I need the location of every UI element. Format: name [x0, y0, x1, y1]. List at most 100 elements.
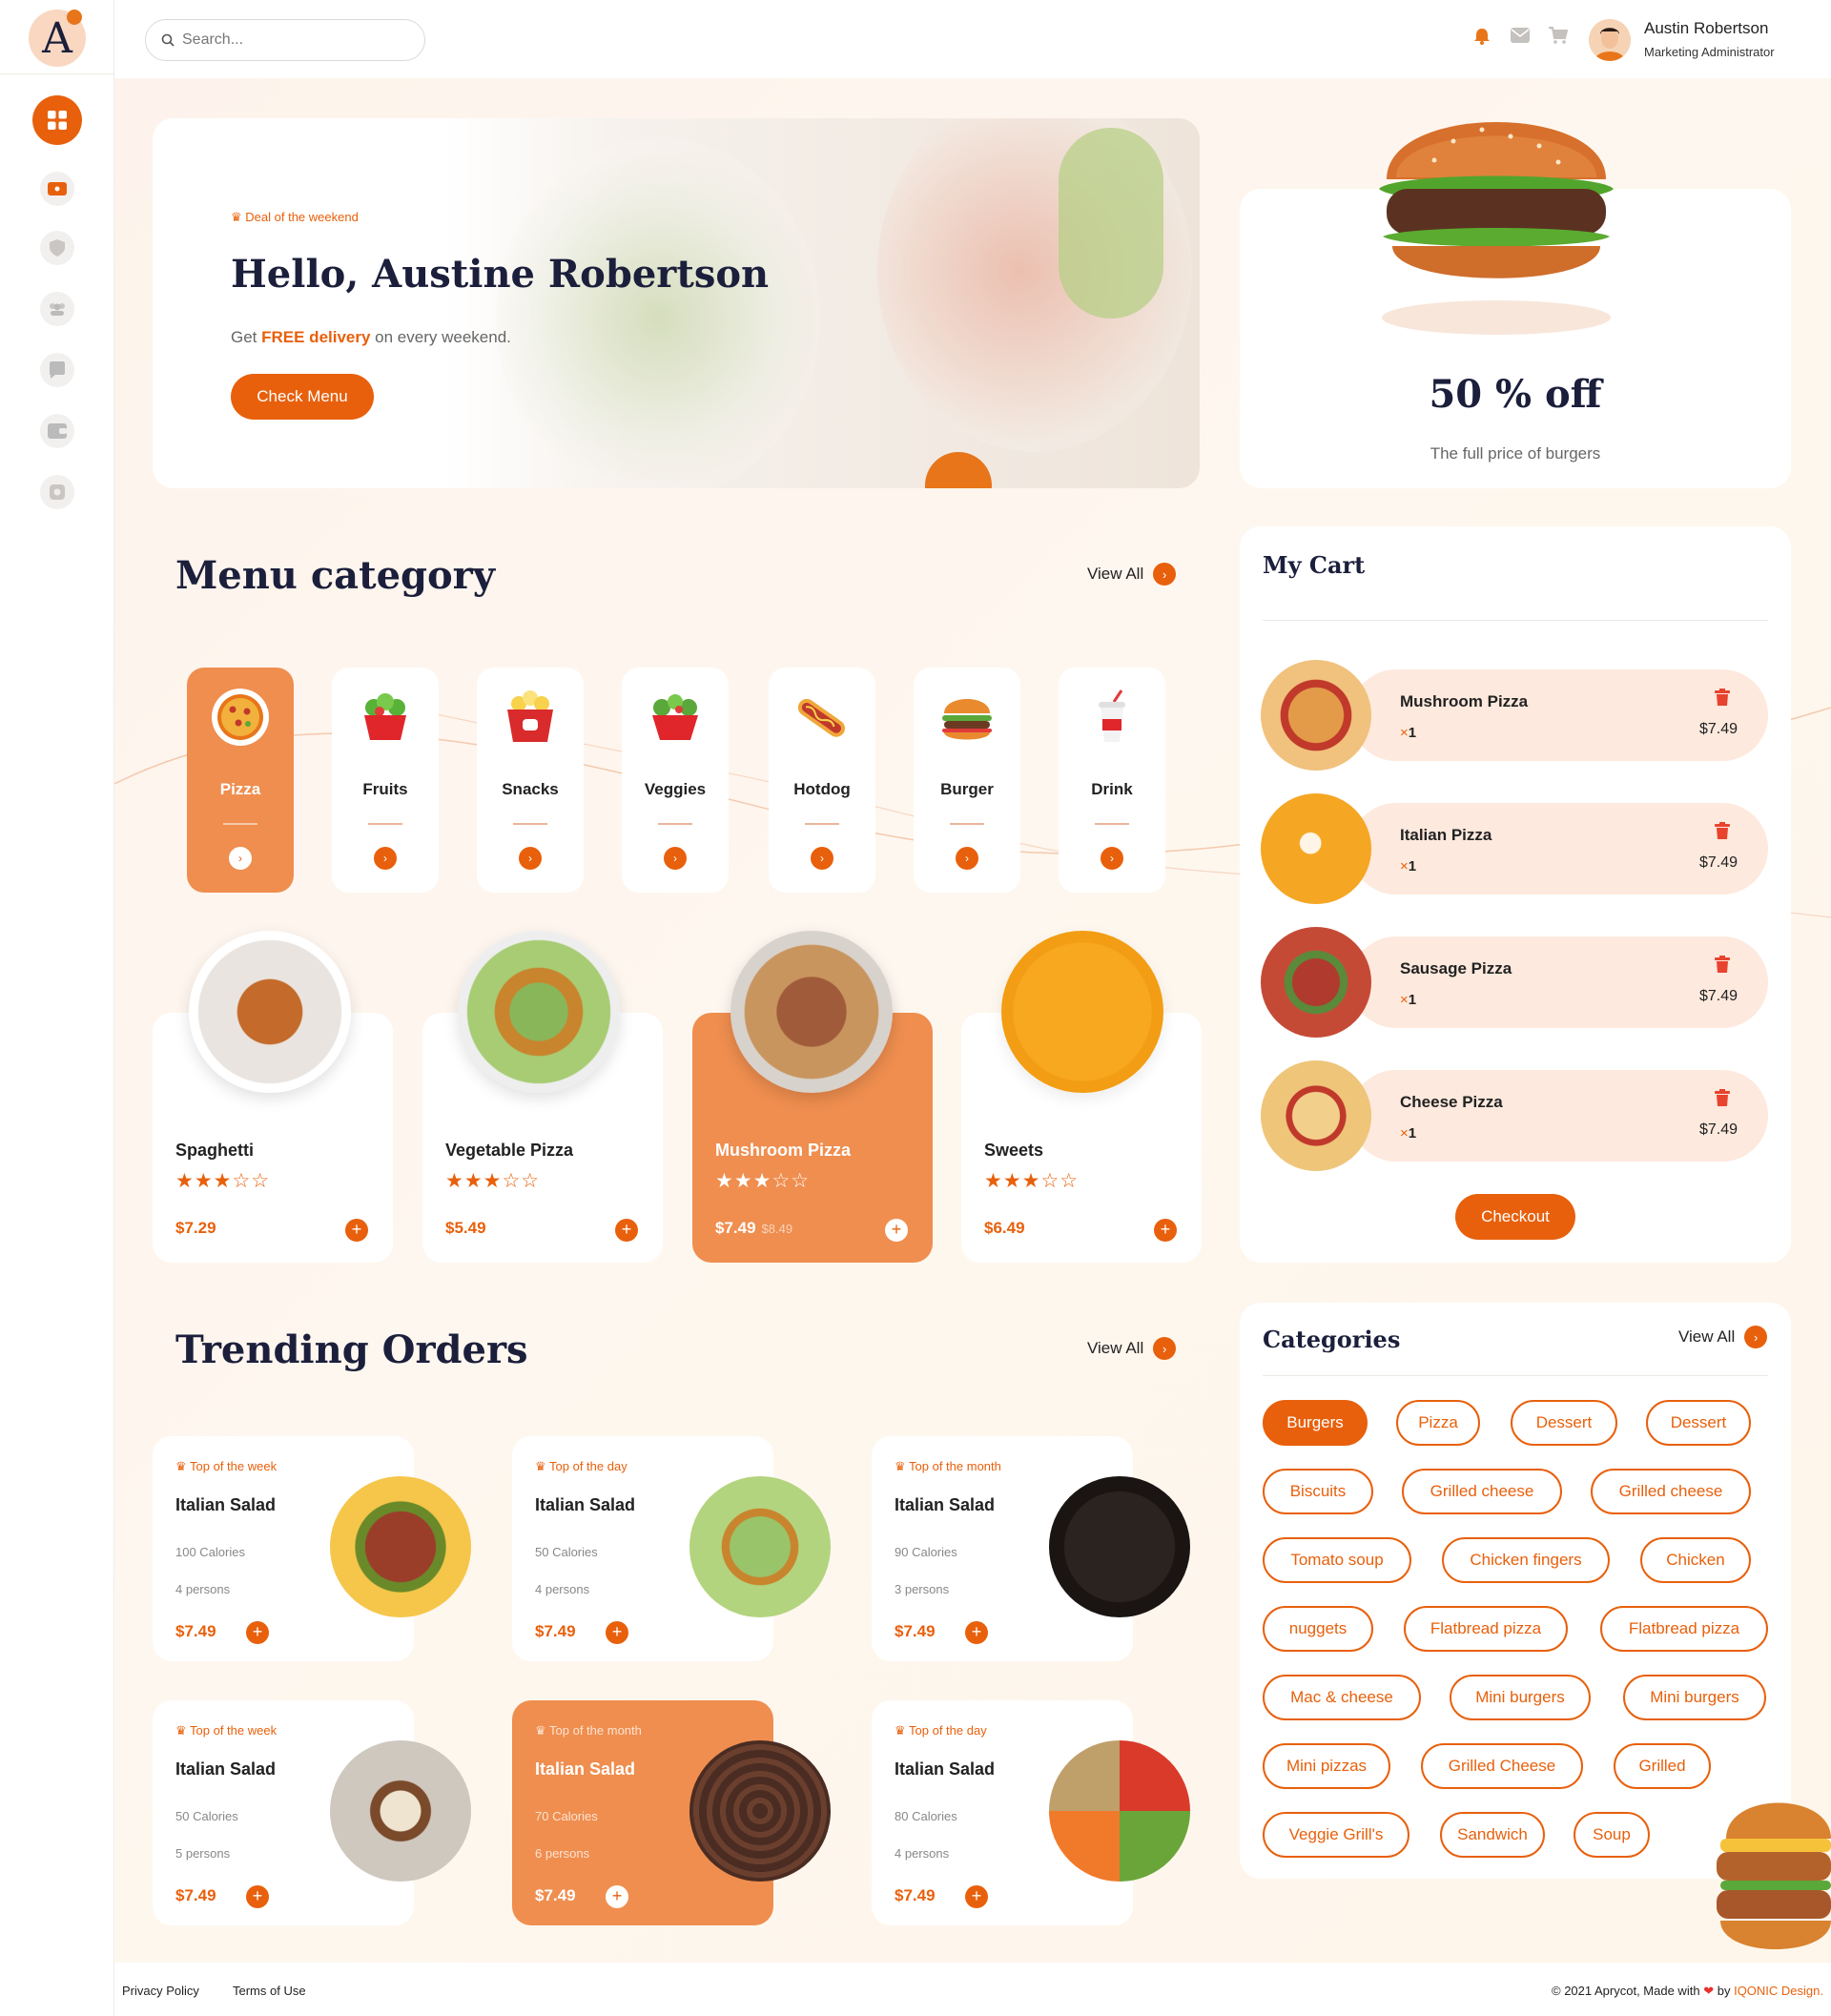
- nav-ticket-icon[interactable]: [40, 172, 74, 206]
- add-to-cart-icon[interactable]: +: [885, 1219, 908, 1242]
- footer: Privacy Policy Terms of Use © 2021 Apryc…: [114, 1963, 1831, 2016]
- arrow-right-icon[interactable]: ›: [811, 847, 833, 870]
- sausage-pizza-thumb: [1261, 927, 1371, 1038]
- trending-price: $7.49: [535, 1886, 576, 1904]
- cart-item-sausage-pizza[interactable]: Sausage Pizza ×1 $7.49: [1350, 936, 1768, 1028]
- trending-card[interactable]: ♛ Top of the week Italian Salad 100 Calo…: [153, 1436, 471, 1661]
- cart-icon[interactable]: [1549, 27, 1569, 50]
- checkout-button[interactable]: Checkout: [1455, 1194, 1575, 1240]
- tag-veggie-grills[interactable]: Veggie Grill's: [1263, 1812, 1409, 1858]
- tag-flatbread-pizza[interactable]: Flatbread pizza: [1404, 1606, 1568, 1652]
- user-avatar[interactable]: [1589, 19, 1631, 61]
- salad-bowl-icon: [647, 689, 704, 746]
- rating-stars: ★★★☆☆: [715, 1170, 811, 1192]
- trending-view-all-link[interactable]: View All ›: [1087, 1337, 1177, 1360]
- nav-users-icon[interactable]: [40, 292, 74, 326]
- category-fruits[interactable]: Fruits ›: [332, 668, 439, 893]
- tag-dessert[interactable]: Dessert: [1646, 1400, 1751, 1446]
- add-to-cart-icon[interactable]: +: [965, 1885, 988, 1908]
- arrow-right-icon[interactable]: ›: [519, 847, 542, 870]
- cart-item-qty: ×1: [1400, 725, 1417, 741]
- tag-burgers[interactable]: Burgers: [1263, 1400, 1368, 1446]
- nav-chat-icon[interactable]: [40, 353, 74, 387]
- nav-dashboard-icon[interactable]: [32, 95, 82, 145]
- veggie-bowl-image: [1049, 1740, 1190, 1882]
- arrow-right-icon[interactable]: ›: [956, 847, 978, 870]
- nav-settings-icon[interactable]: [40, 475, 74, 509]
- tag-grilled-cheese-2[interactable]: Grilled Cheese: [1421, 1743, 1583, 1789]
- check-menu-button[interactable]: Check Menu: [231, 374, 374, 420]
- arrow-right-icon[interactable]: ›: [229, 847, 252, 870]
- trending-card[interactable]: ♛ Top of the month Italian Salad 90 Calo…: [872, 1436, 1190, 1661]
- tag-dessert[interactable]: Dessert: [1511, 1400, 1617, 1446]
- tag-nuggets[interactable]: nuggets: [1263, 1606, 1373, 1652]
- tag-grilled[interactable]: Grilled: [1614, 1743, 1711, 1789]
- tag-mac-and-cheese[interactable]: Mac & cheese: [1263, 1675, 1421, 1720]
- search-box[interactable]: [145, 19, 425, 61]
- add-to-cart-icon[interactable]: +: [246, 1885, 269, 1908]
- add-to-cart-icon[interactable]: +: [1154, 1219, 1177, 1242]
- tag-flatbread-pizza[interactable]: Flatbread pizza: [1600, 1606, 1768, 1652]
- search-input[interactable]: [182, 31, 401, 49]
- privacy-policy-link[interactable]: Privacy Policy: [122, 1984, 199, 1998]
- app-logo[interactable]: A: [29, 10, 86, 67]
- tag-grilled-cheese[interactable]: Grilled cheese: [1591, 1469, 1751, 1514]
- trash-icon[interactable]: [1715, 822, 1730, 844]
- arrow-right-icon[interactable]: ›: [664, 847, 687, 870]
- trash-icon[interactable]: [1715, 689, 1730, 710]
- category-hotdog[interactable]: Hotdog ›: [769, 668, 875, 893]
- trash-icon[interactable]: [1715, 1089, 1730, 1111]
- category-label: Fruits: [362, 780, 408, 798]
- promo-subtitle: The full price of burgers: [1430, 444, 1601, 463]
- terms-of-use-link[interactable]: Terms of Use: [233, 1984, 306, 1998]
- menu-view-all-link[interactable]: View All ›: [1087, 563, 1177, 586]
- crown-icon: ♛: [535, 1459, 550, 1473]
- category-veggies[interactable]: Veggies ›: [622, 668, 729, 893]
- trending-card[interactable]: ♛ Top of the day Italian Salad 80 Calori…: [872, 1700, 1190, 1925]
- add-to-cart-icon[interactable]: +: [606, 1621, 628, 1644]
- trending-card-active[interactable]: ♛ Top of the month Italian Salad 70 Calo…: [512, 1700, 831, 1925]
- add-to-cart-icon[interactable]: +: [965, 1621, 988, 1644]
- tag-pizza[interactable]: Pizza: [1396, 1400, 1480, 1446]
- add-to-cart-icon[interactable]: +: [345, 1219, 368, 1242]
- nav-wallet-icon[interactable]: [40, 414, 74, 448]
- food-price: $7.29: [175, 1219, 216, 1237]
- arrow-right-icon[interactable]: ›: [374, 847, 397, 870]
- tag-mini-burgers[interactable]: Mini burgers: [1450, 1675, 1591, 1720]
- add-to-cart-icon[interactable]: +: [615, 1219, 638, 1242]
- cart-item-italian-pizza[interactable]: Italian Pizza ×1 $7.49: [1350, 803, 1768, 895]
- tag-tomato-soup[interactable]: Tomato soup: [1263, 1537, 1411, 1583]
- trending-card[interactable]: ♛ Top of the week Italian Salad 50 Calor…: [153, 1700, 471, 1925]
- trending-price: $7.49: [895, 1886, 936, 1904]
- bell-icon[interactable]: [1472, 27, 1492, 51]
- trending-name: Italian Salad: [175, 1759, 277, 1779]
- cart-item-cheese-pizza[interactable]: Cheese Pizza ×1 $7.49: [1350, 1070, 1768, 1162]
- categories-view-all-link[interactable]: View All ›: [1678, 1326, 1768, 1348]
- cart-item-mushroom-pizza[interactable]: Mushroom Pizza ×1 $7.49: [1350, 669, 1768, 761]
- tag-chicken[interactable]: Chicken: [1640, 1537, 1751, 1583]
- drink-cup-icon: [1083, 689, 1141, 746]
- trending-persons: 5 persons: [175, 1846, 231, 1861]
- add-to-cart-icon[interactable]: +: [246, 1621, 269, 1644]
- trash-icon[interactable]: [1715, 956, 1730, 977]
- tag-biscuits[interactable]: Biscuits: [1263, 1469, 1373, 1514]
- tag-mini-burgers[interactable]: Mini burgers: [1623, 1675, 1766, 1720]
- tag-grilled-cheese[interactable]: Grilled cheese: [1402, 1469, 1562, 1514]
- nav-shield-icon[interactable]: [40, 231, 74, 265]
- category-burger[interactable]: Burger ›: [914, 668, 1020, 893]
- category-snacks[interactable]: Snacks ›: [477, 668, 584, 893]
- category-pizza[interactable]: Pizza ›: [187, 668, 294, 893]
- tag-mini-pizzas[interactable]: Mini pizzas: [1263, 1743, 1390, 1789]
- trending-card[interactable]: ♛ Top of the day Italian Salad 50 Calori…: [512, 1436, 831, 1661]
- mail-icon[interactable]: [1511, 27, 1530, 49]
- corner-burger-image: [1717, 1802, 1831, 1949]
- deal-label: ♛ Deal of the weekend: [231, 210, 359, 224]
- credit-link[interactable]: IQONIC Design.: [1734, 1984, 1823, 1998]
- add-to-cart-icon[interactable]: +: [606, 1885, 628, 1908]
- cart-item-qty: ×1: [1400, 992, 1417, 1008]
- tag-sandwich[interactable]: Sandwich: [1440, 1812, 1545, 1858]
- category-drink[interactable]: Drink ›: [1059, 668, 1165, 893]
- arrow-right-icon[interactable]: ›: [1101, 847, 1123, 870]
- tag-soup[interactable]: Soup: [1574, 1812, 1650, 1858]
- tag-chicken-fingers[interactable]: Chicken fingers: [1442, 1537, 1610, 1583]
